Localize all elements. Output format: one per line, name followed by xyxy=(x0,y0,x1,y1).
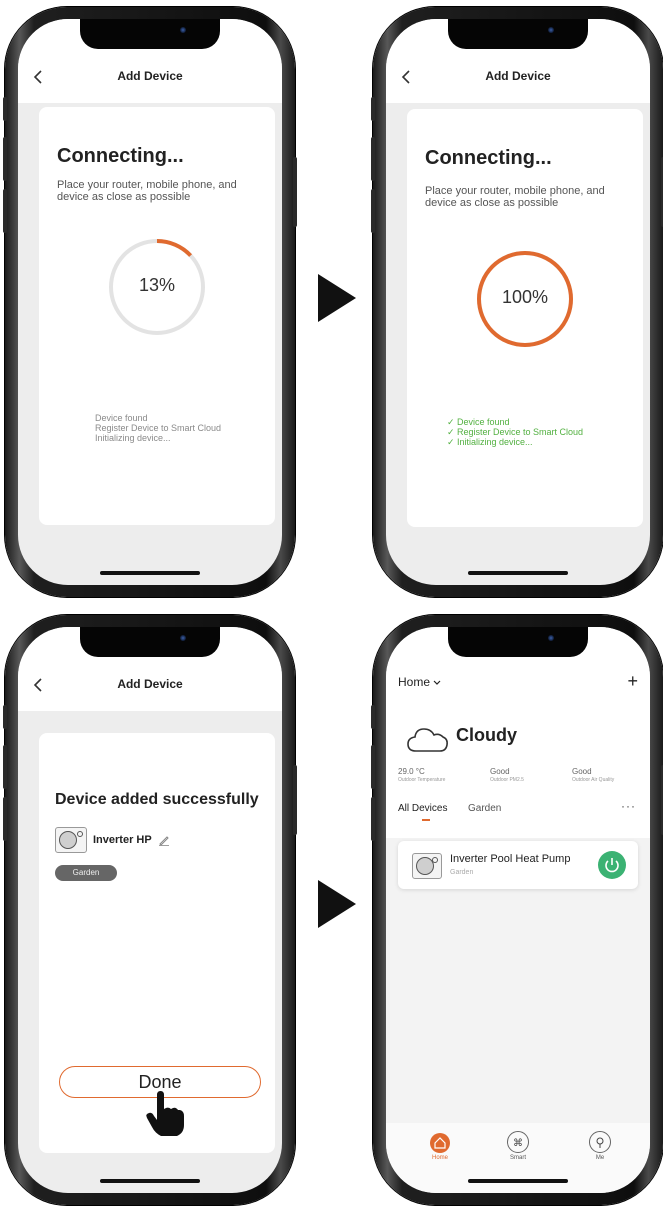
side-button xyxy=(3,797,7,841)
svg-text:⌘: ⌘ xyxy=(513,1138,523,1149)
device-card[interactable]: Inverter Pool Heat Pump Garden xyxy=(398,841,638,889)
step-list: ✓ Device found ✓ Register Device to Smart … xyxy=(447,417,583,447)
chevron-down-icon xyxy=(433,680,441,685)
notch xyxy=(448,627,588,657)
weather-label: Cloudy xyxy=(456,725,517,745)
step-device-found: ✓ Device found xyxy=(447,417,510,427)
home-indicator xyxy=(100,1179,200,1183)
side-button xyxy=(371,189,375,233)
step-register-cloud: ✓ Register Device to Smart Cloud xyxy=(447,427,584,437)
device-row: Inverter HP xyxy=(55,827,170,853)
side-button xyxy=(3,705,7,729)
phone-frame-connecting-100: Add Device Connecting... Place your rout… xyxy=(371,7,663,597)
nav-title: Add Device xyxy=(117,677,183,691)
check-icon: ✓ xyxy=(447,427,455,437)
weather-stat-temperature: 29.0 °C Outdoor Temperature xyxy=(398,767,446,783)
active-tab-indicator xyxy=(422,819,430,821)
progress-ring: 100% xyxy=(475,249,575,349)
connecting-heading: Connecting... xyxy=(425,147,552,169)
connecting-card: Connecting... Place your router, mobile … xyxy=(39,107,275,525)
check-icon: ✓ xyxy=(447,437,455,447)
weather-stat-air-quality: Good Outdoor Air Quality xyxy=(572,767,615,783)
edit-pencil-icon[interactable] xyxy=(158,834,170,846)
connecting-heading: Connecting... xyxy=(57,145,184,167)
step-list: Device found Register Device to Smart Cl… xyxy=(95,413,221,443)
add-device-plus-icon[interactable]: + xyxy=(627,671,638,692)
smart-icon: ⌘ xyxy=(507,1131,529,1153)
device-room: Garden xyxy=(450,869,474,876)
side-button xyxy=(3,745,7,789)
success-heading: Device added successfully xyxy=(55,791,259,808)
me-icon xyxy=(589,1131,611,1153)
side-button xyxy=(293,765,297,835)
tabbar-smart[interactable]: ⌘ Smart xyxy=(498,1131,538,1161)
power-button[interactable] xyxy=(598,851,626,879)
progress-ring: 13% xyxy=(107,237,207,337)
phone-frame-device-added: Add Device Device added successfully Inv… xyxy=(3,615,297,1205)
more-options-icon[interactable]: ··· xyxy=(621,799,636,813)
weather-stat-pm25: Good Outdoor PM2.5 xyxy=(490,767,524,783)
device-name: Inverter Pool Heat Pump xyxy=(450,853,571,865)
connecting-card: Connecting... Place your router, mobile … xyxy=(407,109,643,527)
home-indicator xyxy=(468,1179,568,1183)
device-name: Inverter HP xyxy=(93,834,152,846)
tabbar-me[interactable]: Me xyxy=(580,1131,620,1161)
side-button xyxy=(3,189,7,233)
nav-bar: Add Device xyxy=(18,55,282,103)
home-indicator xyxy=(468,571,568,575)
nav-title: Add Device xyxy=(117,69,183,83)
tabbar-home[interactable]: Home xyxy=(420,1133,460,1161)
tab-garden[interactable]: Garden xyxy=(468,803,501,814)
next-step-arrow-icon xyxy=(318,880,356,928)
notch xyxy=(80,19,220,49)
side-button xyxy=(371,137,375,181)
side-button xyxy=(371,97,375,121)
side-button xyxy=(371,797,375,841)
room-chip-garden[interactable]: Garden xyxy=(55,865,117,881)
side-button xyxy=(3,97,7,121)
side-button xyxy=(3,137,7,181)
home-icon xyxy=(430,1133,450,1153)
notch xyxy=(448,19,588,49)
notch xyxy=(80,627,220,657)
step-initializing: ✓ Initializing device... xyxy=(447,437,533,447)
tap-hand-icon xyxy=(146,1091,184,1136)
step-register-cloud: Register Device to Smart Cloud xyxy=(95,423,222,433)
nav-bar: Add Device xyxy=(18,663,282,711)
phone-screen: Home + Cloudy 29.0 °C Outdoor Temperature… xyxy=(386,627,650,1193)
power-icon xyxy=(605,858,619,873)
side-button xyxy=(371,705,375,729)
step-device-found: Device found xyxy=(95,413,148,423)
side-button xyxy=(371,745,375,789)
phone-frame-home: Home + Cloudy 29.0 °C Outdoor Temperature… xyxy=(371,615,663,1205)
progress-percent: 13% xyxy=(138,275,176,295)
nav-bar: Add Device xyxy=(386,55,650,103)
heat-pump-icon xyxy=(412,853,442,879)
progress-percent: 100% xyxy=(501,287,549,307)
phone-screen: Add Device Connecting... Place your rout… xyxy=(386,19,650,585)
check-icon: ✓ xyxy=(447,417,455,427)
step-initializing: Initializing device... xyxy=(95,433,171,443)
tab-all-devices[interactable]: All Devices xyxy=(398,803,447,814)
phone-frame-connecting-13: Add Device Connecting... Place your rout… xyxy=(3,7,297,597)
home-indicator xyxy=(100,571,200,575)
connecting-instructions: Place your router, mobile phone, and dev… xyxy=(425,185,605,209)
heat-pump-icon xyxy=(55,827,87,853)
phone-screen: Add Device Device added successfully Inv… xyxy=(18,627,282,1193)
next-step-arrow-icon xyxy=(318,274,356,322)
phone-screen: Add Device Connecting... Place your rout… xyxy=(18,19,282,585)
home-selector[interactable]: Home xyxy=(398,675,441,689)
cloud-icon xyxy=(407,728,448,752)
connecting-instructions: Place your router, mobile phone, and dev… xyxy=(57,179,237,203)
side-button xyxy=(293,157,297,227)
nav-title: Add Device xyxy=(485,69,551,83)
device-added-card: Device added successfully Inverter HP Ga… xyxy=(39,733,275,1153)
